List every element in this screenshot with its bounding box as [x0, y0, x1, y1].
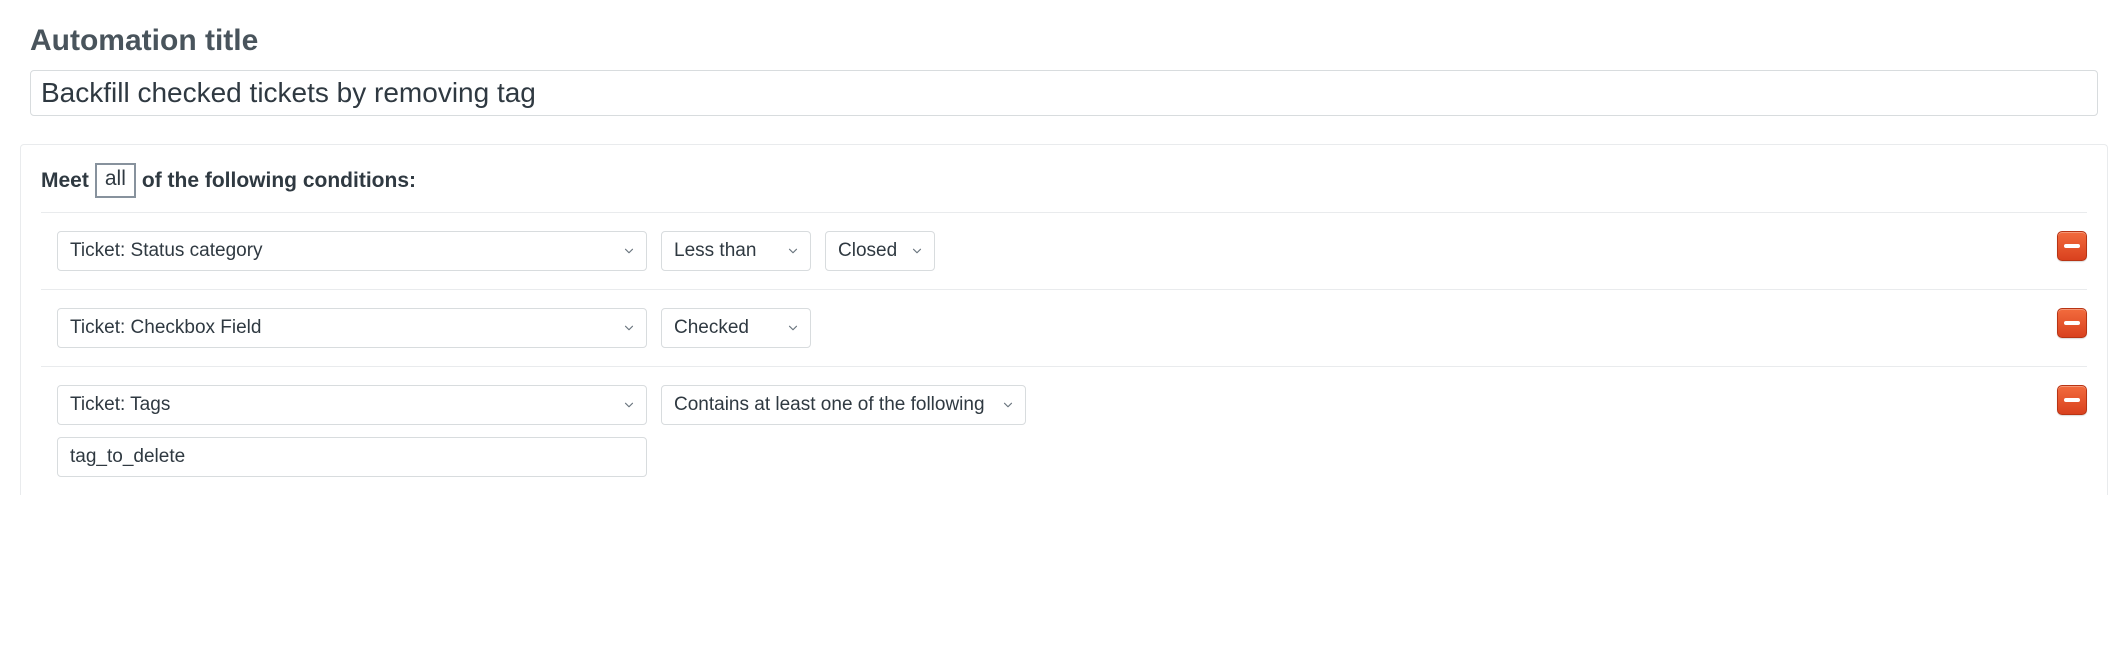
- condition-field-select[interactable]: Ticket: Tags: [57, 385, 647, 425]
- condition-operator-value: Contains at least one of the following: [674, 394, 985, 416]
- condition-field-value: Ticket: Status category: [70, 240, 263, 262]
- chevron-down-icon: [622, 244, 636, 258]
- conditions-block: Meet all of the following conditions: Ti…: [20, 144, 2108, 494]
- condition-field-value: Ticket: Tags: [70, 394, 170, 416]
- remove-condition-button[interactable]: [2057, 308, 2087, 338]
- remove-condition-button[interactable]: [2057, 231, 2087, 261]
- automation-title-input[interactable]: [30, 70, 2098, 116]
- minus-icon: [2064, 244, 2080, 248]
- chevron-down-icon: [910, 244, 924, 258]
- condition-field-select[interactable]: Ticket: Checkbox Field: [57, 308, 647, 348]
- condition-operator-select[interactable]: Contains at least one of the following: [661, 385, 1026, 425]
- chevron-down-icon: [622, 398, 636, 412]
- condition-tag-input[interactable]: [57, 437, 647, 477]
- condition-field-value: Ticket: Checkbox Field: [70, 317, 261, 339]
- chevron-down-icon: [622, 321, 636, 335]
- condition-operator-value: Less than: [674, 240, 756, 262]
- minus-icon: [2064, 321, 2080, 325]
- conditions-header-suffix: of the following conditions:: [142, 169, 416, 193]
- condition-field-select[interactable]: Ticket: Status category: [57, 231, 647, 271]
- conditions-match-type-select[interactable]: all: [95, 163, 136, 197]
- condition-operator-select[interactable]: Checked: [661, 308, 811, 348]
- condition-operator-value: Checked: [674, 317, 749, 339]
- minus-icon: [2064, 398, 2080, 402]
- condition-value-text: Closed: [838, 240, 897, 262]
- chevron-down-icon: [786, 244, 800, 258]
- conditions-header: Meet all of the following conditions:: [41, 163, 2087, 197]
- condition-value-select[interactable]: Closed: [825, 231, 935, 271]
- condition-row: Ticket: Status category Less than Closed: [41, 212, 2087, 289]
- condition-row: Ticket: Checkbox Field Checked: [41, 289, 2087, 366]
- condition-row: Ticket: Tags Contains at least one of th…: [41, 366, 2087, 495]
- remove-condition-button[interactable]: [2057, 385, 2087, 415]
- conditions-header-prefix: Meet: [41, 169, 89, 193]
- chevron-down-icon: [786, 321, 800, 335]
- chevron-down-icon: [1001, 398, 1015, 412]
- automation-title-label: Automation title: [30, 24, 2108, 58]
- condition-operator-select[interactable]: Less than: [661, 231, 811, 271]
